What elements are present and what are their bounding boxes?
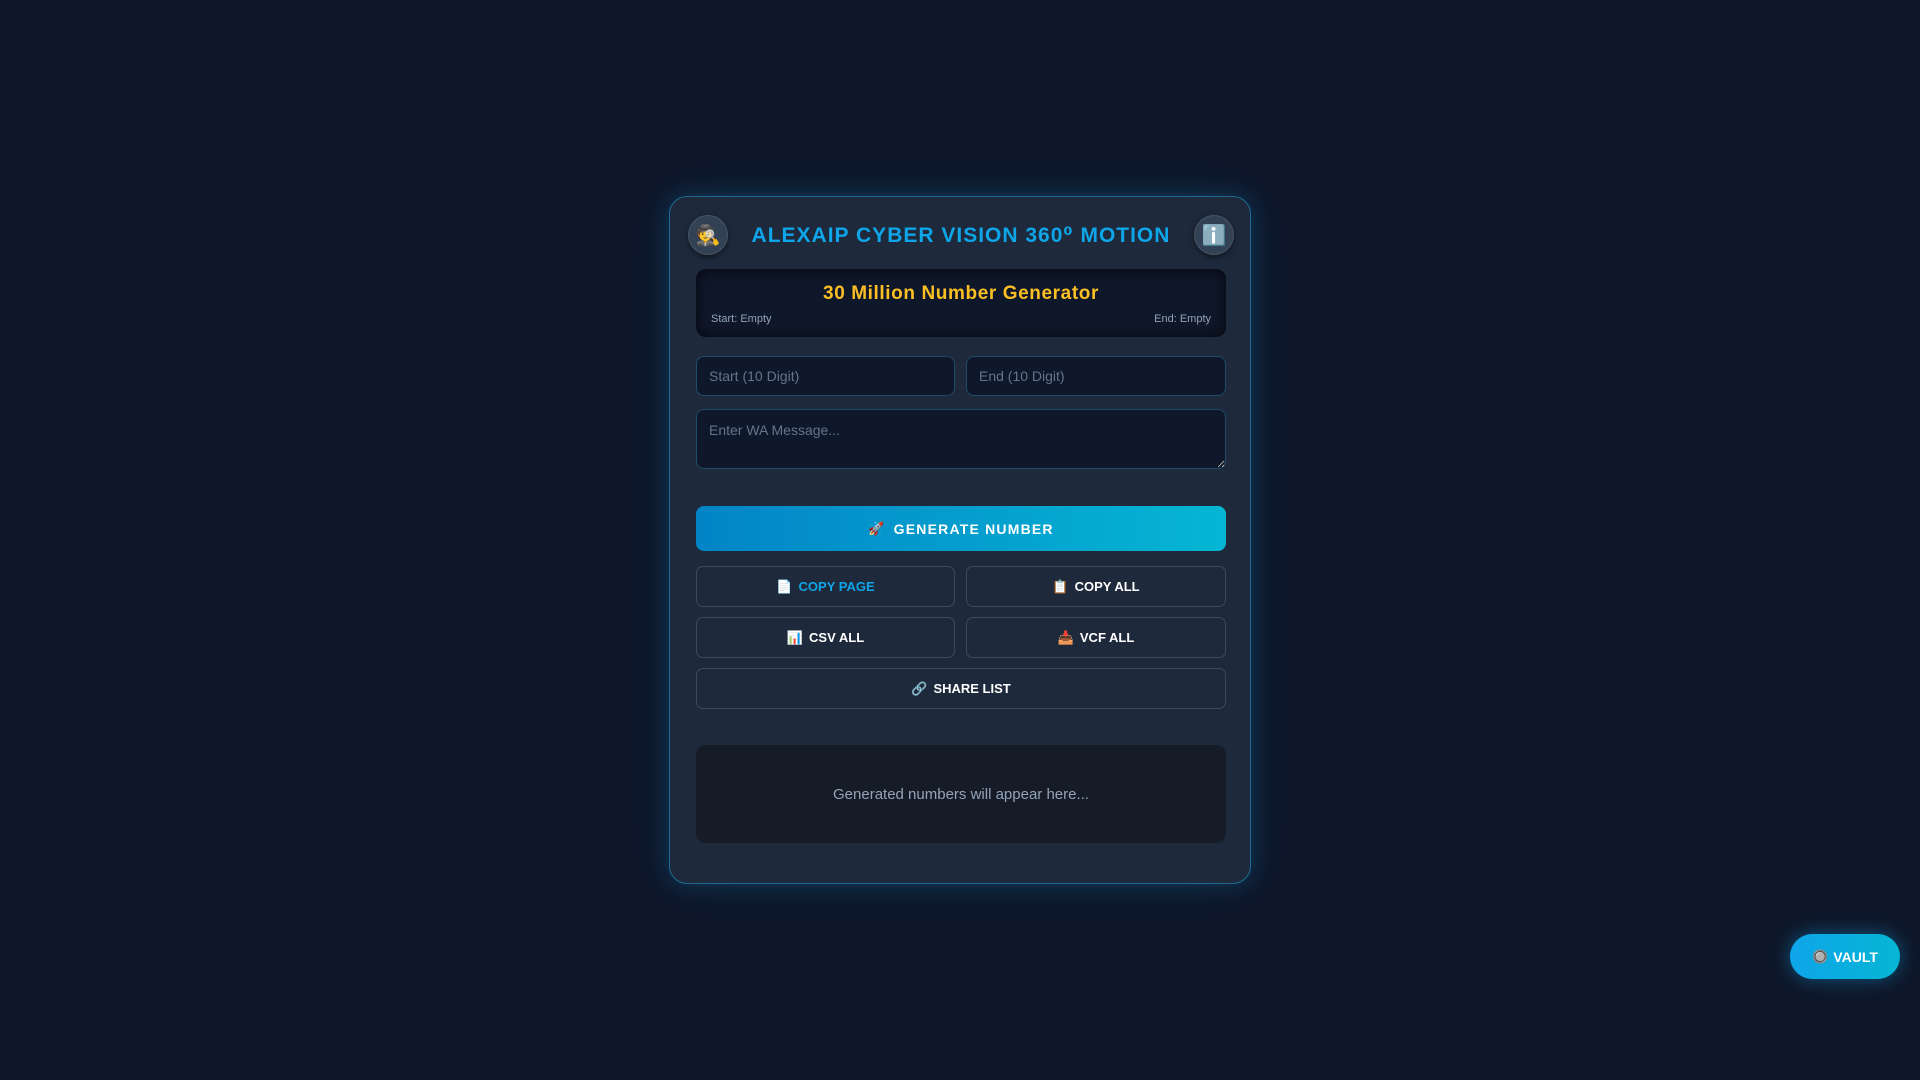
page-icon: 📄	[776, 578, 793, 594]
share-list-label: SHARE LIST	[933, 681, 1011, 696]
start-status: Start: Empty	[711, 313, 772, 325]
copy-page-button[interactable]: 📄 COPY PAGE	[696, 566, 955, 607]
copy-page-label: COPY PAGE	[798, 579, 875, 594]
generator-status-panel: 30 Million Number Generator Start: Empty…	[696, 269, 1226, 337]
wa-message-input[interactable]	[696, 409, 1226, 469]
generate-number-label: GENERATE NUMBER	[893, 520, 1054, 537]
spy-icon: 🕵️	[695, 224, 721, 247]
vault-button[interactable]: 🔘 VAULT	[1790, 934, 1900, 979]
bar-chart-icon: 📊	[786, 629, 804, 645]
generator-title: 30 Million Number Generator	[823, 283, 1099, 304]
copy-all-label: COPY ALL	[1074, 579, 1140, 594]
csv-all-button[interactable]: 📊 CSV ALL	[696, 617, 955, 658]
start-number-input[interactable]	[696, 356, 955, 396]
generate-number-button[interactable]: 🚀 GENERATE NUMBER	[696, 506, 1226, 551]
results-placeholder: Generated numbers will appear here...	[833, 785, 1089, 803]
radio-button-icon: 🔘	[1812, 948, 1829, 964]
vault-label: VAULT	[1833, 948, 1878, 965]
end-status: End: Empty	[1154, 313, 1211, 325]
rocket-icon: 🚀	[868, 520, 886, 536]
vcf-all-button[interactable]: 📥 VCF ALL	[966, 617, 1226, 658]
generator-card: 🕵️ ALEXAIP CYBER VISION 360⁰ MOTION ℹ️ 3…	[669, 196, 1251, 884]
link-icon: 🔗	[911, 680, 928, 696]
spy-icon-button[interactable]: 🕵️	[688, 215, 728, 255]
info-icon: ℹ️	[1201, 224, 1227, 247]
info-button[interactable]: ℹ️	[1194, 215, 1234, 255]
inbox-tray-icon: 📥	[1057, 629, 1074, 645]
vcf-all-label: VCF ALL	[1079, 630, 1135, 645]
header: 🕵️ ALEXAIP CYBER VISION 360⁰ MOTION ℹ️	[688, 215, 1234, 255]
csv-all-label: CSV ALL	[809, 630, 865, 645]
end-number-input[interactable]	[966, 356, 1226, 396]
results-panel: Generated numbers will appear here...	[696, 745, 1226, 843]
share-list-button[interactable]: 🔗 SHARE LIST	[696, 668, 1226, 709]
clipboard-icon: 📋	[1052, 578, 1069, 594]
copy-all-button[interactable]: 📋 COPY ALL	[966, 566, 1226, 607]
app-title: ALEXAIP CYBER VISION 360⁰ MOTION	[751, 223, 1171, 247]
